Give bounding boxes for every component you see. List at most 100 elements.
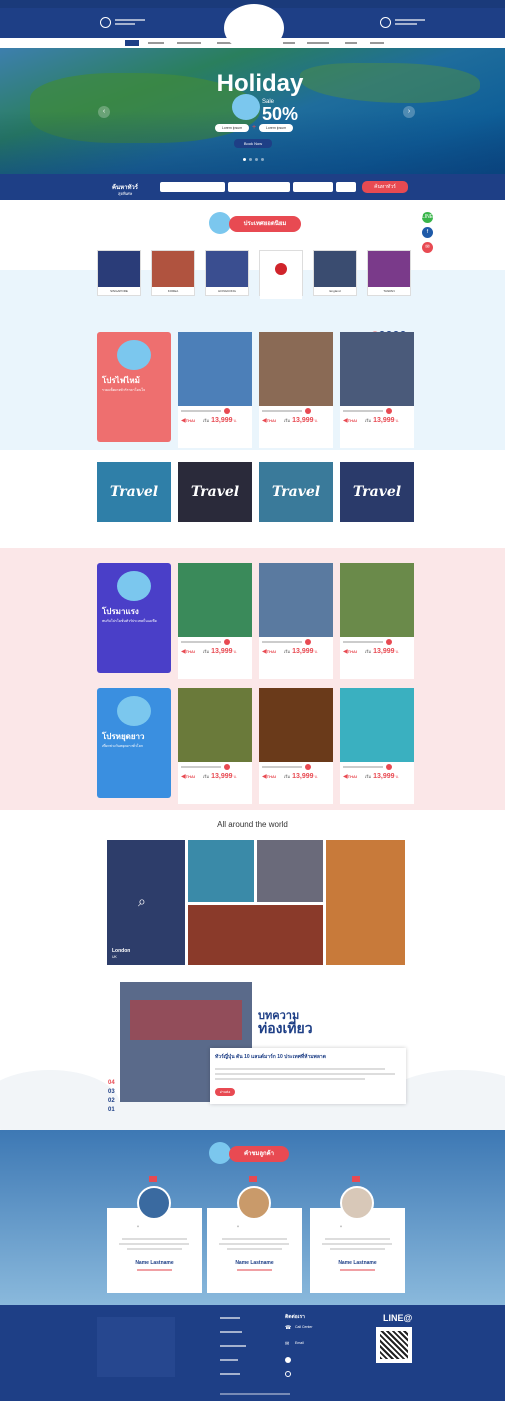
footer-link[interactable] xyxy=(220,1345,246,1347)
slide-dot[interactable] xyxy=(261,158,264,161)
footer-link[interactable] xyxy=(220,1359,238,1361)
footer-link[interactable] xyxy=(220,1331,242,1333)
country-thumb[interactable]: KOREA xyxy=(151,250,195,296)
country-thumb[interactable]: England xyxy=(313,250,357,296)
flag-icon xyxy=(149,1176,157,1182)
city-tile[interactable] xyxy=(188,840,254,902)
country-image xyxy=(260,263,302,299)
tour-badge xyxy=(224,639,230,646)
tour-card[interactable]: ◀THAI เริ่ม 13,999บ. xyxy=(259,332,333,448)
search-button[interactable]: ค้นหาทัวร์ xyxy=(362,181,408,193)
month-select[interactable] xyxy=(336,182,356,192)
price-select[interactable] xyxy=(293,182,333,192)
slide-dot[interactable] xyxy=(255,158,258,161)
search-icon[interactable]: ⌕ xyxy=(138,893,146,910)
footer-link[interactable] xyxy=(220,1373,240,1375)
city-tile[interactable] xyxy=(257,840,323,902)
tour-badge xyxy=(386,764,392,771)
tour-card[interactable]: ◀THAI เริ่ม 13,999บ. xyxy=(259,563,333,679)
nav-item[interactable] xyxy=(283,42,295,44)
travel-banner[interactable]: Travel xyxy=(340,462,414,522)
nav-item[interactable] xyxy=(307,42,329,44)
city-tile[interactable] xyxy=(188,905,323,965)
price-unit: บ. xyxy=(233,418,238,423)
bird-mascot-icon xyxy=(209,1142,231,1164)
promo-tile[interactable]: โปรไฟไหม้ รวมแพ็คเกจทัวร์ราคาโดนใจ xyxy=(97,332,171,442)
quote-icon: “ xyxy=(340,1226,342,1232)
logo[interactable] xyxy=(224,4,284,52)
tour-price: 13,999 xyxy=(292,417,314,424)
office-hours xyxy=(115,19,145,27)
read-more-button[interactable]: อ่านต่อ xyxy=(215,1088,235,1096)
travel-banner-strip xyxy=(0,450,505,548)
article-page-number[interactable]: 01 xyxy=(108,1107,115,1113)
review-card: “ Name Lastname xyxy=(310,1208,405,1293)
travel-banner[interactable]: Travel xyxy=(97,462,171,522)
nav-item-home[interactable] xyxy=(125,40,139,46)
slide-dot[interactable] xyxy=(243,158,246,161)
tour-card[interactable]: ◀THAI เริ่ม 13,999บ. xyxy=(178,563,252,679)
mail-icon[interactable]: ✉ xyxy=(422,242,433,253)
travel-banner[interactable]: Travel xyxy=(178,462,252,522)
promo-title: โปรไฟไหม้ xyxy=(102,376,140,385)
tour-badge xyxy=(305,764,311,771)
prev-slide-button[interactable]: ‹ xyxy=(98,106,110,118)
promo-section-pink xyxy=(0,548,505,810)
tour-card[interactable]: ◀THAI เริ่ม 13,999บ. xyxy=(340,688,414,804)
avatar xyxy=(137,1186,171,1220)
plus-icon: + xyxy=(251,124,257,131)
article-headline[interactable]: ทัวร์ญี่ปุ่น ดัน 10 แลนด์มาร์ก 10 ประเทศ… xyxy=(215,1053,403,1061)
review-card: “ Name Lastname xyxy=(107,1208,202,1293)
reviewer-subtitle xyxy=(340,1269,375,1271)
nav-item[interactable] xyxy=(370,42,384,44)
tour-subtitle-line xyxy=(181,641,221,644)
promo-tile[interactable]: โปรมาแรง พบกับโปรโมชั่นทัวร์ประเทศในเอเชี… xyxy=(97,563,171,673)
tour-card[interactable]: ◀THAI เริ่ม 13,999บ. xyxy=(340,563,414,679)
tour-card[interactable]: ◀THAI เริ่ม 13,999บ. xyxy=(340,332,414,448)
tour-card[interactable]: ◀THAI เริ่ม 13,999บ. xyxy=(178,332,252,448)
price-unit: บ. xyxy=(314,418,319,423)
tour-image xyxy=(259,563,333,637)
footer-call-label: Call Center xyxy=(295,1325,313,1329)
country-thumb[interactable]: TAIWAN xyxy=(367,250,411,296)
article-label-travel: ท่องเที่ยว xyxy=(258,1020,313,1036)
tour-subtitle xyxy=(259,637,333,647)
slide-dots xyxy=(243,158,267,162)
tour-price-row: ◀THAI เริ่ม 13,999บ. xyxy=(259,772,333,782)
price-unit: บ. xyxy=(395,774,400,779)
destination-input[interactable] xyxy=(160,182,225,192)
article-page-number[interactable]: 02 xyxy=(108,1098,115,1104)
line-icon[interactable]: LINE xyxy=(422,212,433,223)
price-unit: บ. xyxy=(395,418,400,423)
country-thumb[interactable] xyxy=(259,250,303,299)
book-now-button[interactable]: Book Now xyxy=(234,139,272,148)
slide-dot[interactable] xyxy=(249,158,252,161)
article-card[interactable]: ทัวร์ญี่ปุ่น ดัน 10 แลนด์มาร์ก 10 ประเทศ… xyxy=(210,1048,406,1104)
feature-city-tile[interactable] xyxy=(107,840,185,965)
date-input[interactable] xyxy=(228,182,290,192)
tour-card[interactable]: ◀THAI เริ่ม 13,999บ. xyxy=(178,688,252,804)
article-page-number[interactable]: 03 xyxy=(108,1089,115,1095)
promo-tile[interactable]: โปรหยุดยาว เที่ยวช่วงวันหยุดยาวทั่วโลก xyxy=(97,688,171,798)
email-icon: ✉ xyxy=(285,1341,290,1347)
nav-item[interactable] xyxy=(345,42,357,44)
article-page-number[interactable]: 04 xyxy=(108,1080,115,1086)
avatar xyxy=(340,1186,374,1220)
footer-link[interactable] xyxy=(220,1317,240,1319)
article-excerpt-line xyxy=(215,1068,385,1070)
nav-item[interactable] xyxy=(177,42,201,44)
next-slide-button[interactable]: › xyxy=(403,106,415,118)
city-tile[interactable] xyxy=(326,840,405,965)
phone-number[interactable] xyxy=(395,19,425,27)
travel-banner[interactable]: Travel xyxy=(259,462,333,522)
country-image xyxy=(368,251,410,287)
tour-card[interactable]: ◀THAI เริ่ม 13,999บ. xyxy=(259,688,333,804)
bird-mascot-icon xyxy=(117,571,151,601)
country-thumb[interactable]: HONGKONG xyxy=(205,250,249,296)
tour-subtitle-line xyxy=(262,766,302,769)
tour-price-row: ◀THAI เริ่ม 13,999บ. xyxy=(340,647,414,657)
tour-badge xyxy=(386,639,392,646)
nav-item[interactable] xyxy=(148,42,164,44)
country-thumb[interactable]: SINGAPORE xyxy=(97,250,141,296)
facebook-icon[interactable]: f xyxy=(422,227,433,238)
